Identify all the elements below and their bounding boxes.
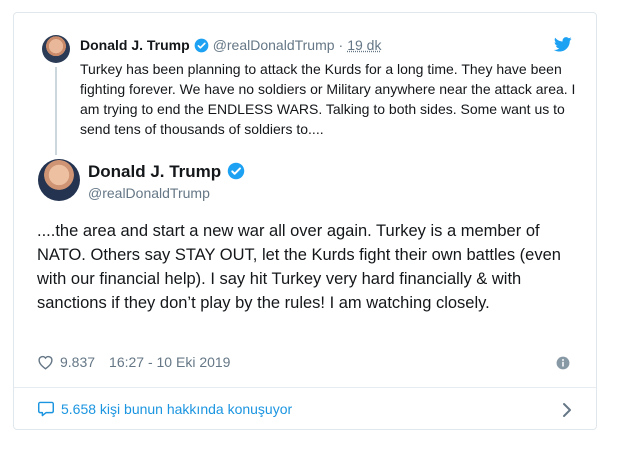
parent-avatar[interactable] [42, 35, 70, 63]
parent-author-handle[interactable]: @realDonaldTrump [213, 37, 335, 53]
author-handle[interactable]: @realDonaldTrump [88, 185, 210, 201]
heart-icon[interactable] [37, 354, 54, 370]
tweet-timestamp[interactable]: 16:27 - 10 Eki 2019 [109, 354, 230, 370]
chevron-right-icon[interactable] [562, 402, 572, 418]
parent-tweet-header: Donald J. Trump @realDonaldTrump · 19 dk [80, 37, 381, 53]
author-avatar[interactable] [38, 159, 80, 201]
verified-badge-icon [194, 38, 209, 53]
tweet-embed-card: Donald J. Trump @realDonaldTrump · 19 dk Tu… [13, 12, 597, 430]
parent-tweet-time[interactable]: 19 dk [347, 37, 381, 53]
divider [14, 387, 596, 388]
parent-tweet-text: Turkey has been planning to attack the K… [80, 61, 576, 137]
parent-author-name[interactable]: Donald J. Trump [80, 37, 190, 53]
tweet-meta-row: 9.837 16:27 - 10 Eki 2019 [37, 354, 230, 370]
conversation-label: 5.658 kişi bunun hakkında konuşuyor [61, 401, 293, 417]
conversation-link[interactable]: 5.658 kişi bunun hakkında konuşuyor [37, 401, 292, 417]
like-count[interactable]: 9.837 [60, 354, 95, 370]
thread-connector-line [55, 67, 57, 155]
author-name[interactable]: Donald J. Trump [88, 162, 221, 181]
tweet-text: ....the area and start a new war all ove… [37, 222, 561, 312]
comment-bubble-icon [37, 401, 55, 417]
verified-badge-icon [227, 162, 245, 180]
author-name-row: Donald J. Trump [88, 162, 245, 182]
info-icon[interactable] [556, 356, 570, 370]
twitter-bird-icon[interactable] [554, 37, 572, 52]
separator-dot: · [338, 37, 344, 53]
